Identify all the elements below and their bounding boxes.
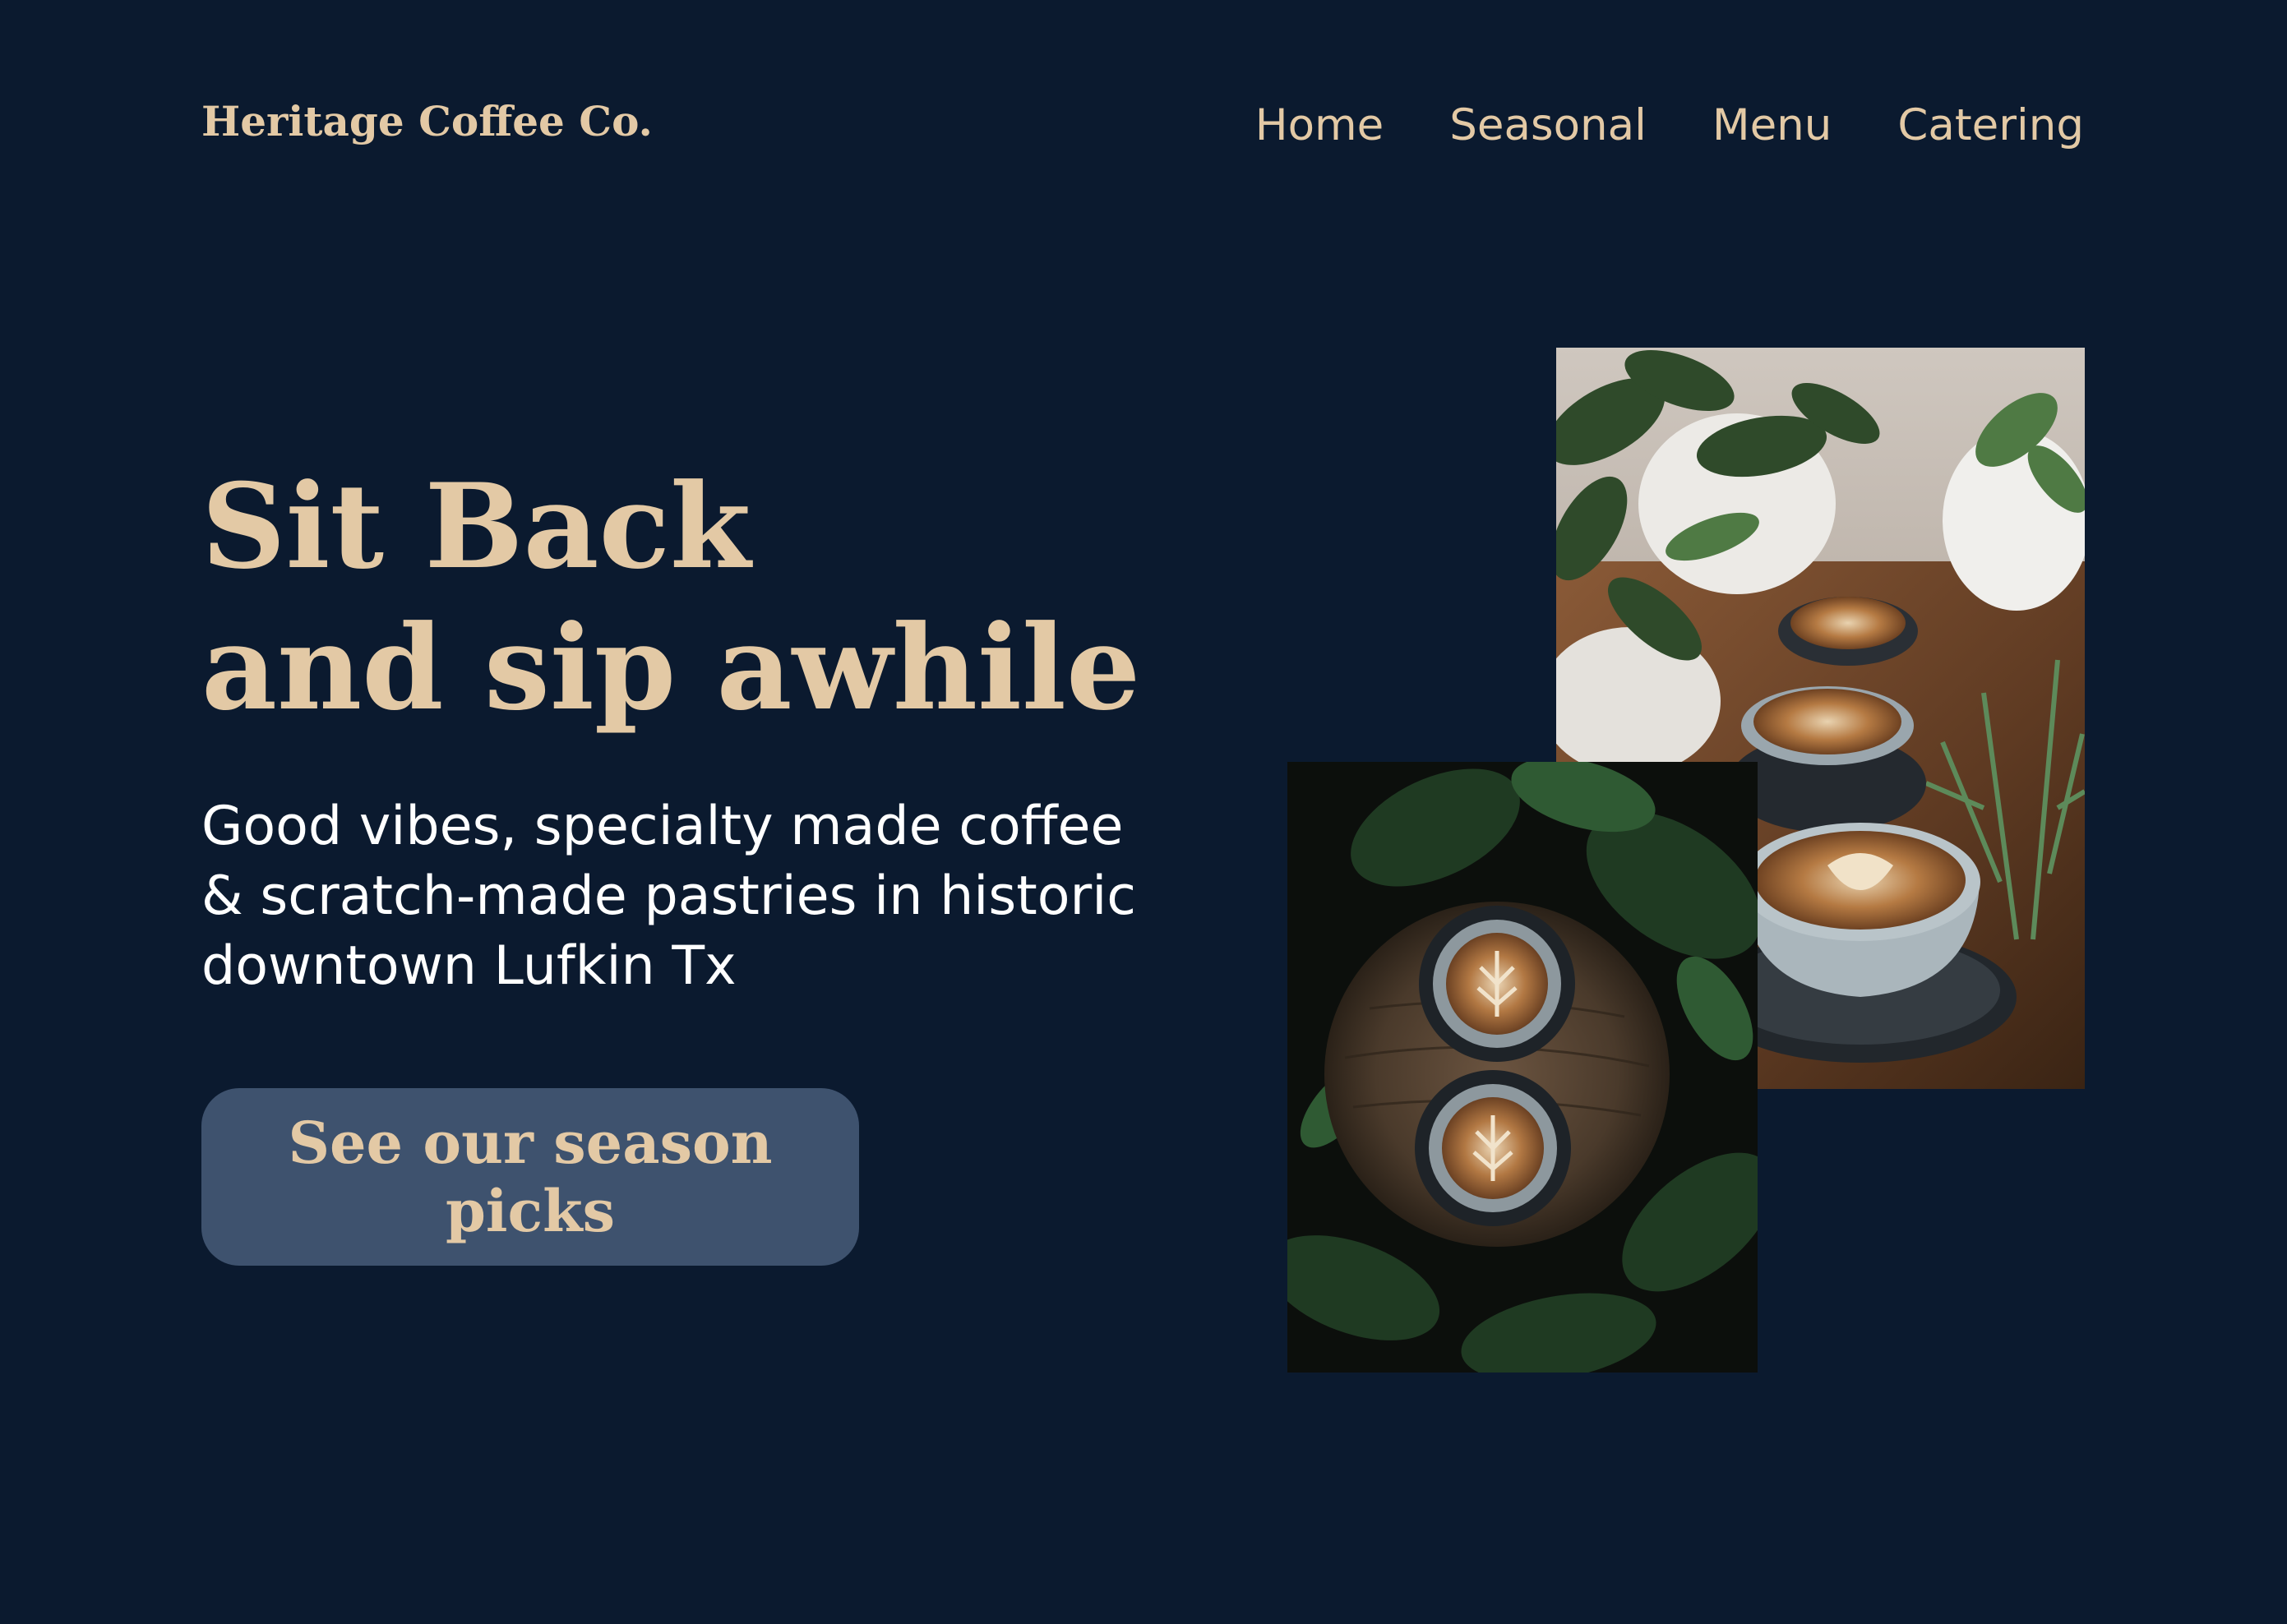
main-nav: Home Seasonal Menu Catering <box>1255 100 2084 150</box>
lattes-on-wooden-stool-photo <box>1287 762 1758 1373</box>
hero-title: Sit Back and sip awhile <box>201 456 1140 739</box>
hero-subtitle-line-2: & scratch-made pastries in historic <box>201 865 1136 927</box>
nav-link-home[interactable]: Home <box>1255 100 1384 150</box>
hero-title-line-2: and sip awhile <box>201 600 1141 736</box>
hero-subtitle-line-3: downtown Lufkin Tx <box>201 935 737 997</box>
hero-title-line-1: Sit Back <box>201 459 751 595</box>
site-header: Heritage Coffee Co. Home Seasonal Menu C… <box>201 90 2084 168</box>
hero-subtitle: Good vibes, specialty made coffee & scra… <box>201 791 1136 1001</box>
brand-logo-text[interactable]: Heritage Coffee Co. <box>201 97 653 145</box>
nav-link-menu[interactable]: Menu <box>1712 100 1832 150</box>
season-picks-button[interactable]: See our season picks <box>201 1088 859 1266</box>
nav-link-seasonal[interactable]: Seasonal <box>1449 100 1647 150</box>
photo-icon <box>1287 762 1758 1373</box>
hero-subtitle-line-1: Good vibes, specialty made coffee <box>201 796 1124 857</box>
nav-link-catering[interactable]: Catering <box>1897 100 2084 150</box>
